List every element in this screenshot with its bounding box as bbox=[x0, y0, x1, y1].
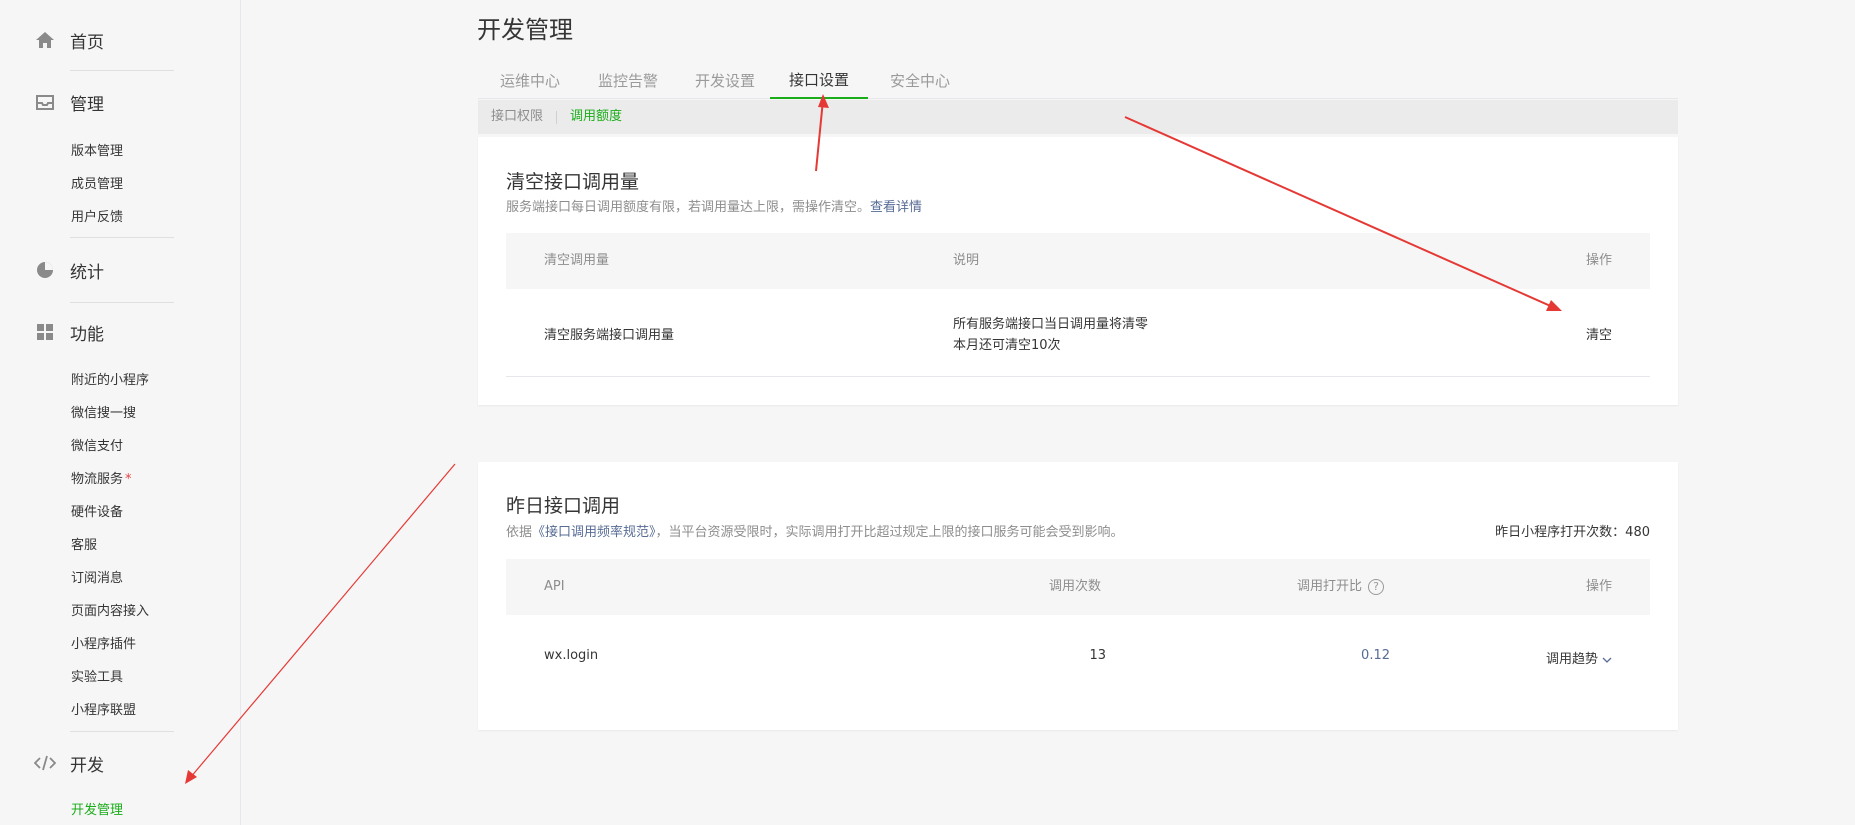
view-details-link[interactable]: 查看详情 bbox=[870, 200, 922, 215]
nav-dev[interactable]: 开发 bbox=[34, 748, 104, 778]
nav-manage-label: 管理 bbox=[70, 94, 104, 115]
clear-card-desc-text: 服务端接口每日调用额度有限，若调用量达上限，需操作清空。 bbox=[506, 200, 871, 215]
nav-manage[interactable]: 管理 bbox=[34, 87, 104, 117]
sidebar-item-content[interactable]: 页面内容接入 bbox=[71, 600, 149, 619]
divider bbox=[556, 111, 557, 124]
sidebar-item-subscribe[interactable]: 订阅消息 bbox=[71, 567, 123, 586]
nav-features[interactable]: 功能 bbox=[34, 317, 104, 347]
nav-stats-label: 统计 bbox=[70, 262, 104, 283]
th-op: 操作 bbox=[1585, 579, 1612, 594]
clear-quota-card: 清空接口调用量 服务端接口每日调用额度有限，若调用量达上限，需操作清空。查看详情… bbox=[478, 137, 1678, 405]
sidebar-item-lab[interactable]: 实验工具 bbox=[71, 666, 123, 685]
sidebar-item-pay[interactable]: 微信支付 bbox=[71, 435, 123, 454]
row-name: 清空服务端接口调用量 bbox=[544, 328, 675, 343]
subtab-permissions[interactable]: 接口权限 bbox=[491, 100, 543, 134]
inbox-icon bbox=[34, 91, 56, 113]
sidebar-item-logistics[interactable]: 物流服务 * bbox=[71, 468, 132, 487]
desc-suffix: ，当平台资源受限时，实际调用打开比超过规定上限的接口服务可能会受到影响。 bbox=[655, 525, 1124, 540]
sidebar-item-version[interactable]: 版本管理 bbox=[71, 140, 123, 159]
divider bbox=[70, 237, 174, 238]
nav-stats[interactable]: 统计 bbox=[34, 255, 104, 285]
sidebar-item-members[interactable]: 成员管理 bbox=[71, 173, 123, 192]
home-icon bbox=[34, 29, 56, 51]
trend-dropdown[interactable]: 调用趋势 bbox=[1546, 648, 1613, 667]
new-badge: * bbox=[125, 472, 132, 487]
yesterday-card-desc: 依据《接口调用频率规范》，当平台资源受限时，实际调用打开比超过规定上限的接口服务… bbox=[506, 521, 1124, 540]
clear-card-title: 清空接口调用量 bbox=[506, 171, 640, 193]
yesterday-calls-card: 昨日接口调用 依据《接口调用频率规范》，当平台资源受限时，实际调用打开比超过规定… bbox=[478, 462, 1678, 730]
desc-prefix: 依据 bbox=[506, 525, 533, 540]
help-icon[interactable]: ? bbox=[1368, 578, 1385, 595]
row-desc-line1: 所有服务端接口当日调用量将清零 bbox=[953, 317, 1149, 332]
th-api: API bbox=[544, 579, 565, 594]
divider bbox=[70, 731, 174, 732]
sidebar-item-feedback[interactable]: 用户反馈 bbox=[71, 206, 123, 225]
sidebar-item-alliance[interactable]: 小程序联盟 bbox=[71, 699, 136, 718]
tab-monitor[interactable]: 监控告警 bbox=[586, 62, 670, 98]
nav-features-label: 功能 bbox=[70, 324, 104, 345]
nav-home-label: 首页 bbox=[70, 32, 104, 53]
row-divider bbox=[506, 376, 1650, 377]
sidebar-item-logistics-label: 物流服务 bbox=[71, 472, 124, 487]
table-header: 清空调用量 说明 操作 bbox=[506, 233, 1650, 289]
row-desc-line2: 本月还可清空10次 bbox=[953, 338, 1061, 353]
trend-label: 调用趋势 bbox=[1546, 652, 1599, 667]
ratio-value: 0.12 bbox=[1361, 648, 1390, 663]
clear-button[interactable]: 清空 bbox=[1586, 324, 1612, 343]
tab-api-settings[interactable]: 接口设置 bbox=[770, 62, 868, 99]
clear-card-desc: 服务端接口每日调用额度有限，若调用量达上限，需操作清空。查看详情 bbox=[506, 196, 922, 215]
th-ratio: 调用打开比? bbox=[1297, 559, 1385, 615]
sidebar-item-service[interactable]: 客服 bbox=[71, 534, 97, 553]
divider bbox=[70, 70, 174, 71]
open-count: 昨日小程序打开次数：480 bbox=[1495, 525, 1650, 540]
rate-spec-link[interactable]: 《接口调用频率规范》 bbox=[532, 525, 656, 540]
tab-bar: 运维中心 监控告警 开发设置 接口设置 安全中心 bbox=[478, 62, 1678, 99]
th-clear: 清空调用量 bbox=[544, 253, 610, 268]
table-header: API 调用次数 调用打开比? 操作 bbox=[506, 559, 1650, 615]
page-title: 开发管理 bbox=[477, 16, 573, 44]
sidebar-item-search[interactable]: 微信搜一搜 bbox=[71, 402, 136, 421]
sidebar-item-plugin[interactable]: 小程序插件 bbox=[71, 633, 136, 652]
sidebar-item-dev-manage[interactable]: 开发管理 bbox=[71, 799, 123, 818]
nav-dev-label: 开发 bbox=[70, 755, 104, 776]
divider bbox=[70, 302, 174, 303]
yesterday-card-title: 昨日接口调用 bbox=[506, 495, 621, 517]
sidebar-item-nearby[interactable]: 附近的小程序 bbox=[71, 369, 149, 388]
code-icon bbox=[34, 752, 56, 774]
th-desc: 说明 bbox=[953, 253, 980, 268]
grid-icon bbox=[34, 321, 56, 343]
api-name: wx.login bbox=[544, 648, 599, 663]
sidebar-item-hardware[interactable]: 硬件设备 bbox=[71, 501, 123, 520]
chevron-down-icon bbox=[1602, 657, 1612, 663]
calls-value: 13 bbox=[1089, 648, 1106, 663]
subtab-quota[interactable]: 调用额度 bbox=[570, 100, 622, 134]
tab-dev-settings[interactable]: 开发设置 bbox=[683, 62, 767, 98]
sub-tab-bar: 接口权限 调用额度 bbox=[478, 100, 1678, 134]
sidebar: 首页 管理 版本管理 成员管理 用户反馈 统计 功能 附近的小程序 微信搜一搜 … bbox=[0, 0, 241, 825]
tab-security[interactable]: 安全中心 bbox=[878, 62, 962, 98]
nav-home[interactable]: 首页 bbox=[34, 25, 104, 55]
th-op: 操作 bbox=[1585, 253, 1612, 268]
th-ratio-label: 调用打开比 bbox=[1297, 579, 1363, 594]
tab-ops[interactable]: 运维中心 bbox=[488, 62, 572, 98]
th-calls: 调用次数 bbox=[1049, 579, 1102, 594]
pie-chart-icon bbox=[34, 259, 56, 281]
